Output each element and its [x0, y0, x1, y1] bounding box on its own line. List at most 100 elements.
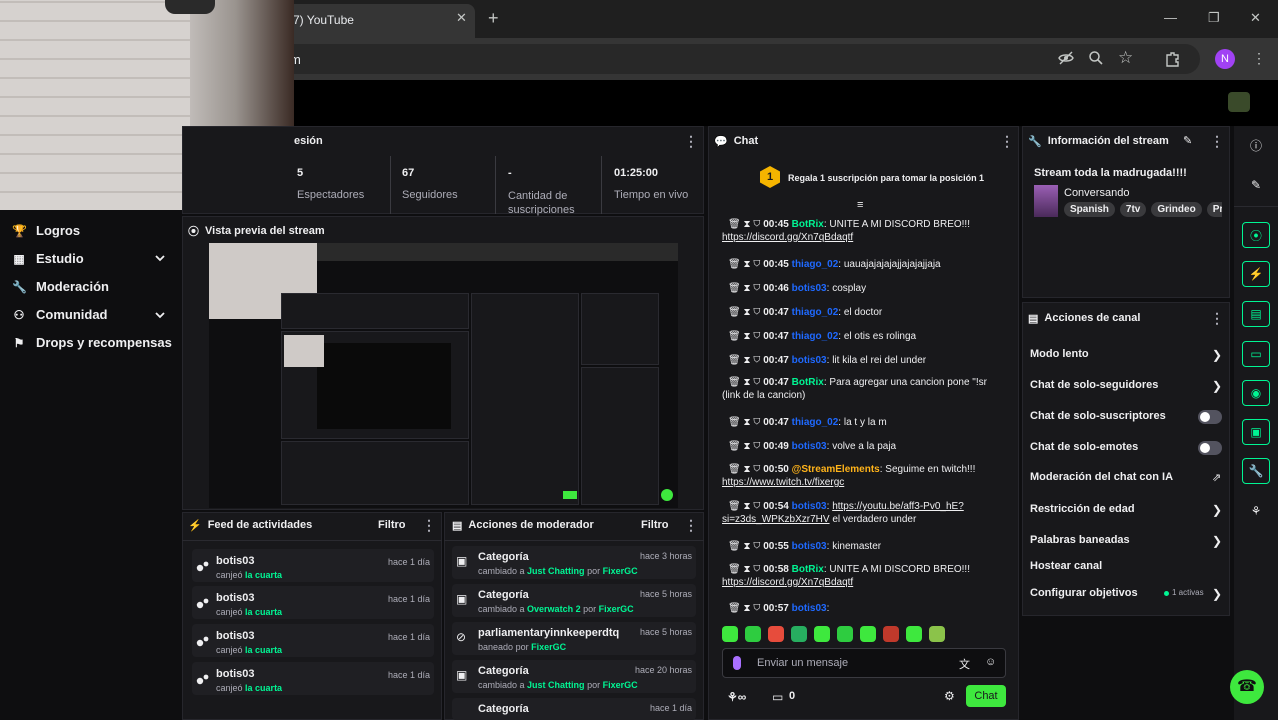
chat-message[interactable]: 🗑 ⧗ ⛉ 00:45 thiago_02: uauajajajajajjaja…	[722, 258, 1004, 271]
nav-drops[interactable]: ⚑ Drops y recompensas	[12, 335, 172, 350]
window-close-icon[interactable]: ✕	[1250, 10, 1261, 26]
chat-message[interactable]: 🗑 ⧗ ⛉ 00:46 botis03: cosplay	[722, 282, 1004, 295]
chat-message[interactable]: 🗑 ⧗ ⛉ 00:55 botis03: kinemaster	[722, 540, 1004, 553]
tag[interactable]: 7tv	[1119, 202, 1147, 217]
mod-tools-icon[interactable]: 🗑 ⧗ ⛉	[728, 219, 763, 230]
mod-tools-icon[interactable]: 🗑 ⧗ ⛉	[728, 464, 763, 475]
chevron-right-icon[interactable]: ❯	[1212, 348, 1222, 362]
more-options-icon[interactable]: ⋮	[1210, 310, 1224, 327]
chevron-right-icon[interactable]: ❯	[1212, 534, 1222, 548]
mod-tools-icon[interactable]: 🗑 ⧗ ⛉	[728, 564, 763, 575]
translate-icon[interactable]: 文	[959, 656, 970, 672]
maximize-icon[interactable]: ❐	[1208, 10, 1220, 26]
mod-tools-icon[interactable]: 🗑 ⧗ ⛉	[728, 307, 763, 318]
message-user[interactable]: botis03	[792, 541, 827, 552]
channel-points-infinity-icon[interactable]: ⚘∞	[727, 690, 746, 704]
chat-send-button[interactable]: Chat	[966, 685, 1006, 707]
message-user[interactable]: BotRix	[792, 564, 824, 575]
feed-item[interactable]: botis03 canjeó la cuarta hace 1 día	[192, 662, 434, 695]
extensions-icon[interactable]	[1164, 50, 1182, 68]
message-user[interactable]: botis03	[792, 441, 827, 452]
mod-item[interactable]: ▣ Categoría cambiado a Just Chatting por…	[452, 660, 696, 693]
emote[interactable]	[837, 626, 853, 642]
feed-item[interactable]: botis03 canjeó la cuarta hace 1 día	[192, 549, 434, 582]
feed-item[interactable]: botis03 canjeó la cuarta hace 1 día	[192, 586, 434, 619]
tag[interactable]: Pr	[1206, 202, 1222, 217]
mod-item[interactable]: Categoría hace 1 día	[452, 698, 696, 720]
chat-message[interactable]: 🗑 ⧗ ⛉ 00:47 thiago_02: la t y la m	[722, 416, 1004, 429]
bolt-icon[interactable]: ⚡	[1242, 261, 1270, 287]
chat-message[interactable]: 🗑 ⧗ ⛉ 00:50 @StreamElements: Seguime en …	[722, 463, 1004, 489]
chat-message[interactable]: 🗑 ⧗ ⛉ 00:47 BotRix: Para agregar una can…	[722, 376, 1004, 402]
action-modo-lento[interactable]: Modo lento	[1030, 348, 1089, 360]
emote[interactable]	[745, 626, 761, 642]
emote[interactable]	[814, 626, 830, 642]
more-options-icon[interactable]: ⋮	[422, 517, 436, 534]
action-palabras-baneadas[interactable]: Palabras baneadas	[1030, 534, 1130, 546]
category-boxart[interactable]	[1034, 185, 1058, 217]
nav-estudio[interactable]: ▦ Estudio	[12, 251, 83, 266]
more-options-icon[interactable]: ⋮	[684, 517, 698, 534]
message-link[interactable]: https://discord.gg/Xn7qBdaqtf	[722, 577, 853, 588]
collapse-icon[interactable]: ≡	[857, 199, 863, 211]
emote[interactable]	[883, 626, 899, 642]
chevron-right-icon[interactable]: ❯	[1212, 379, 1222, 393]
toggle-solo-emotes[interactable]	[1198, 441, 1222, 455]
zoom-icon[interactable]	[1088, 50, 1104, 66]
mod-tools-icon[interactable]: 🗑 ⧗ ⛉	[728, 331, 763, 342]
external-link-icon[interactable]: ⇗	[1212, 471, 1221, 484]
toggle-solo-suscriptores[interactable]	[1198, 410, 1222, 424]
new-tab-icon[interactable]: +	[488, 8, 499, 29]
stream-preview-video[interactable]	[209, 243, 678, 508]
feed-item[interactable]: botis03 canjeó la cuarta hace 1 día	[192, 624, 434, 657]
mod-list-icon[interactable]: ▣	[1242, 419, 1270, 445]
broadcast-icon[interactable]: ◉	[1242, 380, 1270, 406]
notes-icon[interactable]: ▤	[1242, 301, 1270, 327]
mod-tools-icon[interactable]: 🗑 ⧗ ⛉	[728, 501, 763, 512]
tag[interactable]: Grindeo	[1151, 202, 1202, 217]
stream-preview-icon[interactable]: ⦿	[1242, 222, 1270, 248]
chat-message[interactable]: 🗑 ⧗ ⛉ 00:47 botis03: lit kila el rei del…	[722, 354, 1004, 367]
nav-logros[interactable]: 🏆 Logros	[12, 223, 80, 238]
mod-filter-button[interactable]: Filtro	[641, 519, 669, 531]
mod-tools-icon[interactable]: 🗑 ⧗ ⛉	[728, 441, 763, 452]
action-objetivos[interactable]: Configurar objetivos	[1030, 587, 1138, 599]
nav-comunidad[interactable]: ⚇ Comunidad	[12, 307, 108, 322]
message-user[interactable]: BotRix	[792, 377, 824, 388]
message-user[interactable]: thiago_02	[792, 307, 839, 318]
bits-icon[interactable]: ▭	[772, 690, 783, 704]
message-user[interactable]: botis03	[792, 355, 827, 366]
chevron-down-icon[interactable]	[154, 309, 166, 321]
help-headset-icon[interactable]: ☎	[1230, 670, 1264, 704]
message-user[interactable]: thiago_02	[792, 331, 839, 342]
stream-category[interactable]: Conversando	[1064, 187, 1129, 199]
message-user[interactable]: botis03	[792, 501, 827, 512]
chat-message[interactable]: 🗑 ⧗ ⛉ 00:45 BotRix: UNITE A MI DISCORD B…	[722, 218, 1004, 244]
channel-avatar[interactable]	[1228, 92, 1250, 112]
minimize-icon[interactable]: —	[1164, 10, 1177, 25]
message-link[interactable]: https://discord.gg/Xn7qBdaqtf	[722, 232, 853, 243]
mod-tools-icon[interactable]: 🗑 ⧗ ⛉	[728, 603, 763, 614]
more-options-icon[interactable]: ⋮	[684, 133, 698, 150]
emote[interactable]	[929, 626, 945, 642]
message-user[interactable]: botis03	[792, 603, 827, 614]
browser-tab[interactable]: 7) YouTube	[285, 4, 475, 38]
bookmark-star-icon[interactable]: ☆	[1118, 48, 1133, 68]
profile-avatar[interactable]: N	[1215, 49, 1235, 69]
message-user[interactable]: BotRix	[792, 219, 824, 230]
action-restriccion-edad[interactable]: Restricción de edad	[1030, 503, 1135, 515]
chat-message[interactable]: 🗑 ⧗ ⛉ 00:47 thiago_02: el doctor	[722, 306, 1004, 319]
chevron-right-icon[interactable]: ❯	[1212, 587, 1222, 601]
settings-gear-icon[interactable]: ⚙	[944, 689, 955, 703]
emote[interactable]	[722, 626, 738, 642]
mod-item[interactable]: ▣ Categoría cambiado a Just Chatting por…	[452, 546, 696, 579]
mod-tools-icon[interactable]: 🗑 ⧗ ⛉	[728, 259, 763, 270]
emoji-icon[interactable]: ☺	[985, 656, 996, 668]
emote[interactable]	[906, 626, 922, 642]
chat-icon[interactable]: ▭	[1242, 341, 1270, 367]
gift-prompt[interactable]: Regala 1 suscripción para tomar la posic…	[788, 173, 984, 183]
chat-message[interactable]: 🗑 ⧗ ⛉ 00:49 botis03: volve a la paja	[722, 440, 1004, 453]
nav-moderacion[interactable]: 🔧 Moderación	[12, 279, 109, 294]
mod-tools-icon[interactable]: 🗑 ⧗ ⛉	[728, 541, 763, 552]
message-user[interactable]: thiago_02	[792, 417, 839, 428]
